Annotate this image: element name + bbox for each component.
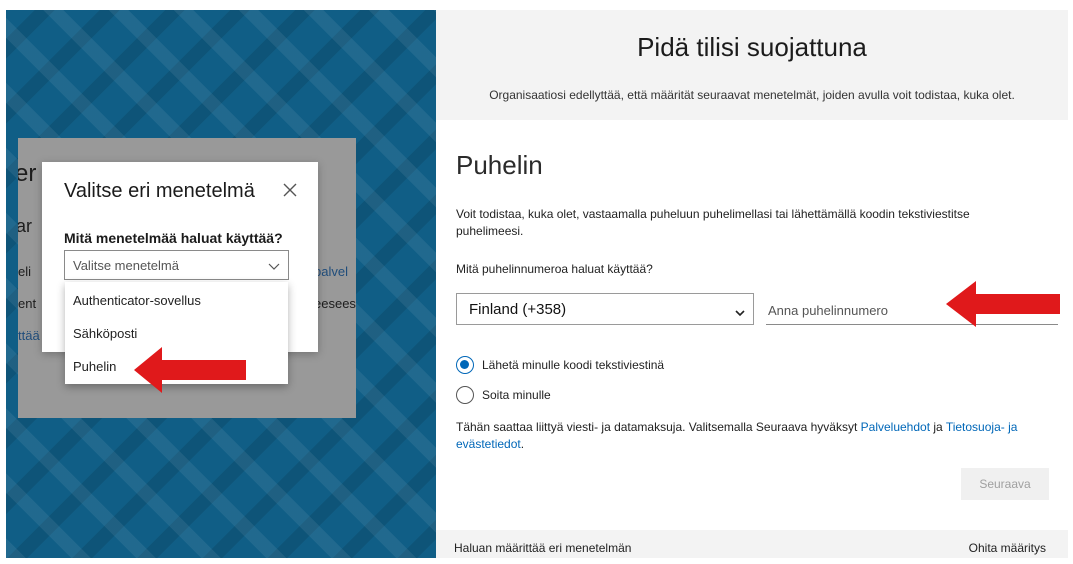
country-value: Finland (+358) xyxy=(469,301,567,318)
chevron-down-icon xyxy=(268,259,280,271)
phone-question: Mitä puhelinnumeroa haluat käyttää? xyxy=(456,262,653,276)
legal-text: Tähän saattaa liittyä viesti- ja datamak… xyxy=(456,419,1046,453)
phone-placeholder: Anna puhelinnumero xyxy=(768,303,888,318)
method-question: Mitä menetelmää haluat käyttää? xyxy=(64,230,283,246)
option-label: Sähköposti xyxy=(73,326,138,341)
radio-text-message[interactable] xyxy=(456,356,474,374)
radio-text-message-label[interactable]: Lähetä minulle koodi tekstiviestinä xyxy=(482,358,664,372)
option-label: Puhelin xyxy=(73,359,117,374)
method-select-placeholder: Valitse menetelmä xyxy=(73,258,179,273)
section-title: Puhelin xyxy=(456,150,543,180)
terms-link[interactable]: Palveluehdot xyxy=(861,420,930,434)
legal-mid: ja xyxy=(930,420,946,434)
radio-call-me[interactable] xyxy=(456,386,474,404)
page-header: Pidä tilisi suojattuna Organisaatiosi ed… xyxy=(436,10,1068,120)
method-select[interactable]: Valitse menetelmä xyxy=(64,250,289,280)
page-footer: Haluan määrittää eri menetelmän Ohita mä… xyxy=(436,530,1068,558)
skip-setup-link[interactable]: Ohita määritys xyxy=(969,541,1046,555)
close-icon[interactable] xyxy=(282,182,298,198)
page-title: Pidä tilisi suojattuna xyxy=(637,32,867,62)
country-select[interactable]: Finland (+358) xyxy=(456,293,754,325)
modal-title: Valitse eri menetelmä xyxy=(64,180,255,202)
red-arrow-annotation xyxy=(946,281,1060,327)
option-label: Authenticator-sovellus xyxy=(73,293,201,308)
phone-description: Voit todistaa, kuka olet, vastaamalla pu… xyxy=(456,207,970,238)
legal-suffix: . xyxy=(520,437,525,451)
different-method-link[interactable]: Haluan määrittää eri menetelmän xyxy=(454,541,631,555)
page-subtitle: Organisaatiosi edellyttää, että määrität… xyxy=(489,88,1015,102)
chevron-down-icon xyxy=(735,305,745,317)
red-arrow-annotation xyxy=(134,347,246,393)
radio-call-me-label[interactable]: Soita minulle xyxy=(482,388,551,402)
legal-prefix: Tähän saattaa liittyä viesti- ja datamak… xyxy=(456,420,861,434)
next-button[interactable]: Seuraava xyxy=(961,468,1049,500)
option-authenticator[interactable]: Authenticator-sovellus xyxy=(65,284,288,316)
